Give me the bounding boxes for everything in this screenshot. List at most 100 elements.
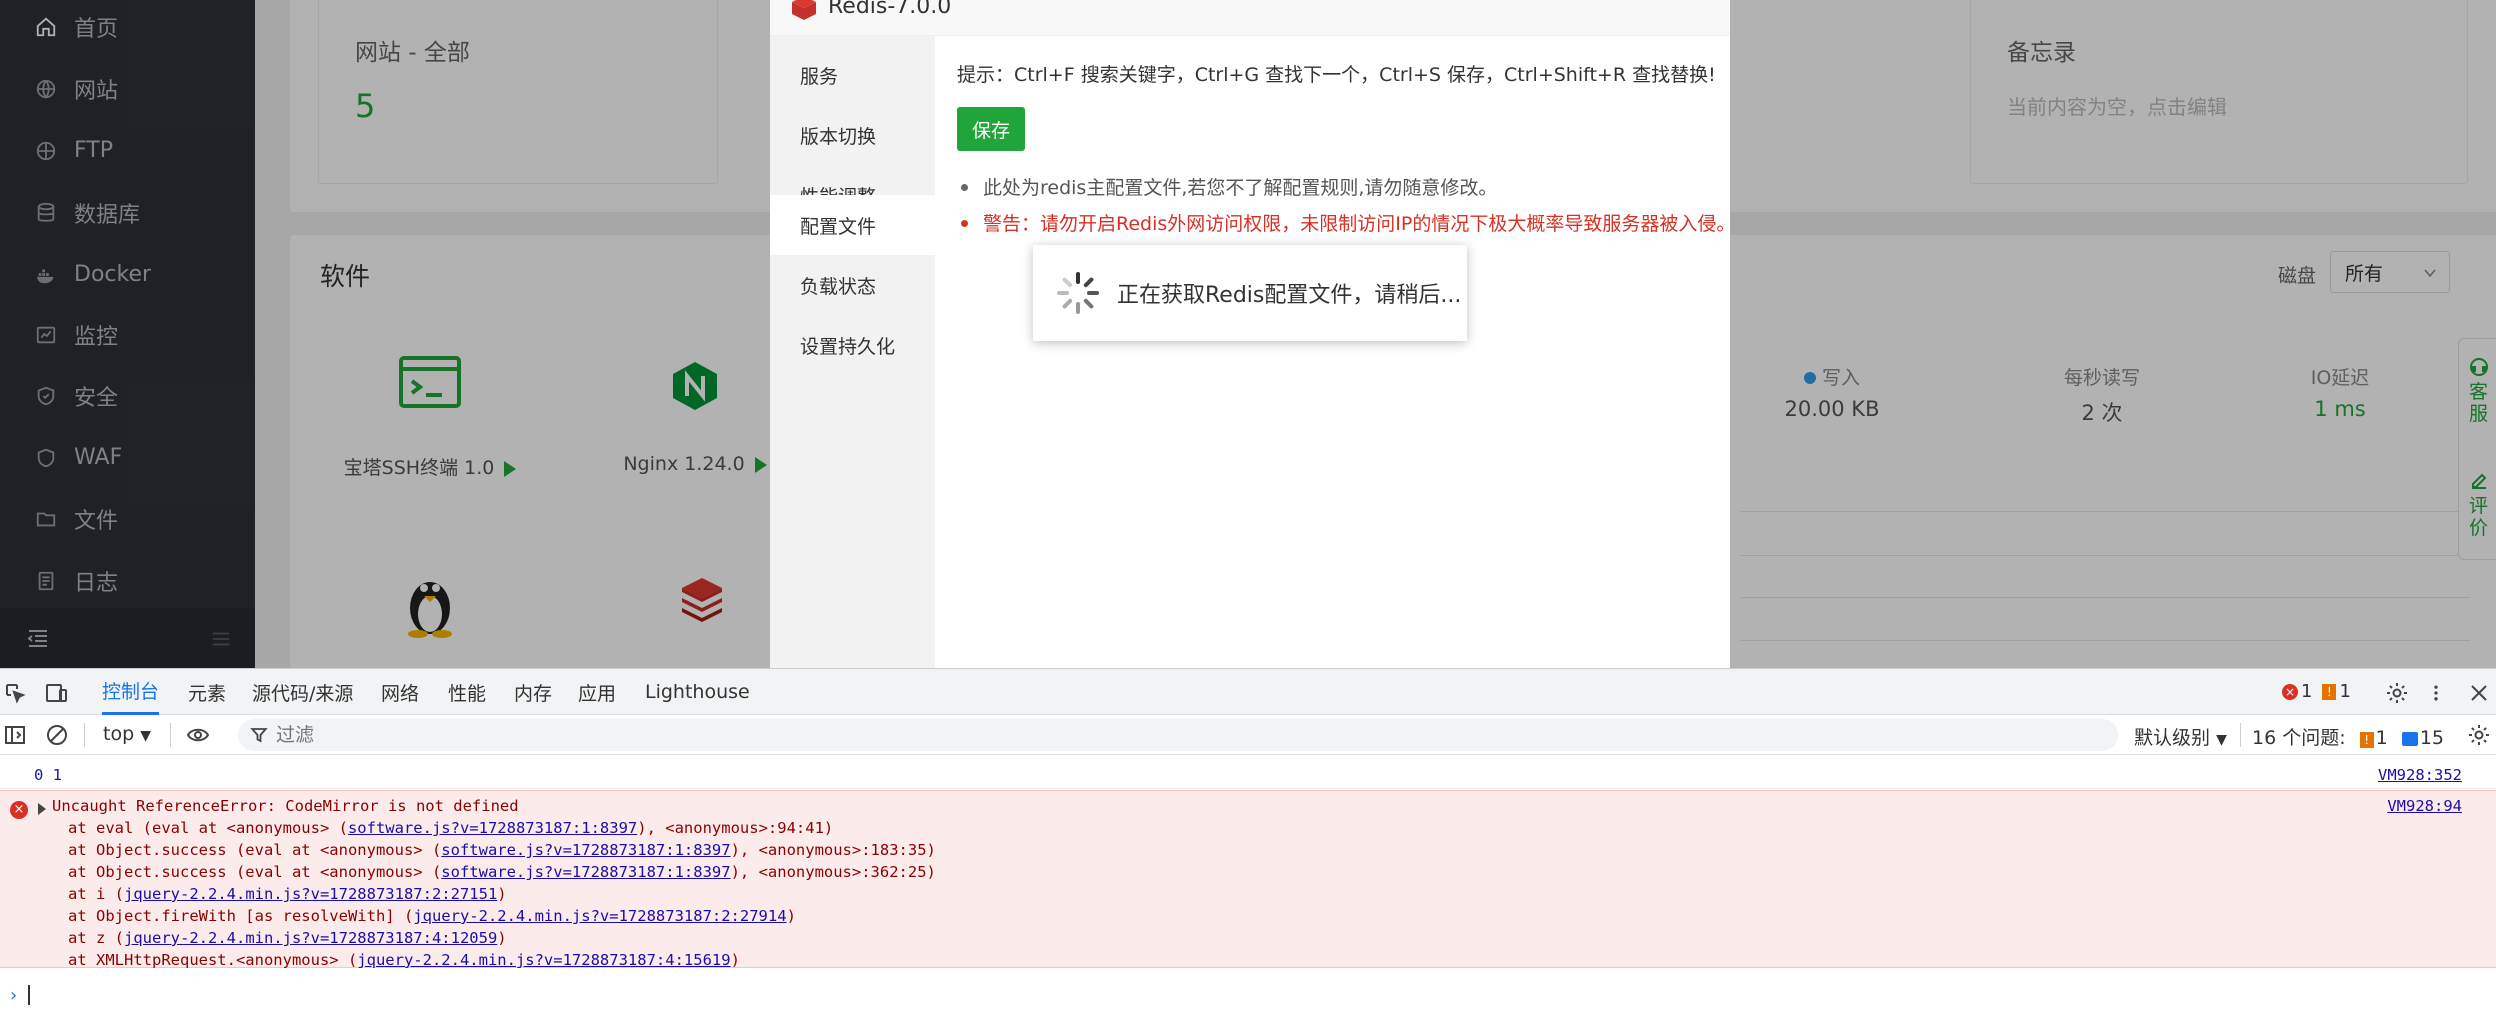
stack-text: at Object.success (eval at <anonymous> (	[68, 863, 442, 881]
stack-text: at eval (eval at <anonymous> (	[68, 819, 348, 837]
tab-lighthouse[interactable]: Lighthouse	[645, 669, 750, 715]
stack-link[interactable]: software.js?v=1728873187:1:8397	[441, 841, 730, 859]
stack-text: at XMLHttpRequest.<anonymous> (	[68, 951, 358, 969]
issue-warning-icon: !	[2359, 732, 2374, 748]
shortcut-hint: 提示：Ctrl+F 搜索关键字，Ctrl+G 查找下一个，Ctrl+S 保存，C…	[957, 64, 1716, 86]
stack-text: ), <anonymous>:362:25)	[730, 863, 936, 881]
tab-sources[interactable]: 源代码/来源	[252, 669, 353, 715]
loading-toast: 正在获取Redis配置文件，请稍后...	[1033, 245, 1467, 341]
menu-item-service[interactable]: 服务	[770, 45, 935, 105]
toolbar-divider	[2240, 723, 2241, 747]
dropdown-arrow-icon: ▼	[140, 728, 151, 744]
dialog-content: 提示：Ctrl+F 搜索关键字，Ctrl+G 查找下一个，Ctrl+S 保存，C…	[935, 36, 1735, 668]
error-icon: ×	[2282, 683, 2298, 700]
tab-elements[interactable]: 元素	[188, 669, 226, 715]
tab-console[interactable]: 控制台	[102, 669, 160, 715]
stack-link[interactable]: jquery-2.2.4.min.js?v=1728873187:2:27914	[413, 907, 786, 925]
stack-text: )	[497, 885, 507, 903]
menu-item-version[interactable]: 版本切换	[770, 105, 935, 165]
filter-icon	[250, 728, 268, 743]
console-log-row: 0 1 VM928:352	[0, 759, 2496, 789]
stack-line: at Object.fireWith [as resolveWith] (jqu…	[68, 907, 796, 925]
dialog-menu: 服务 版本切换 性能调整 配置文件 负载状态 设置持久化	[770, 36, 935, 668]
menu-item-persistence[interactable]: 设置持久化	[770, 315, 935, 375]
dialog-header[interactable]: Redis-7.0.0	[770, 0, 1730, 36]
issues-label: 16 个问题:	[2252, 727, 2346, 749]
tab-performance[interactable]: 性能	[448, 669, 486, 715]
tab-network[interactable]: 网络	[381, 669, 419, 715]
console-prompt[interactable]: ›	[0, 975, 2496, 1011]
text-cursor	[28, 985, 30, 1005]
log-level-value: 默认级别	[2134, 727, 2211, 749]
menu-item-config-file[interactable]: 配置文件	[770, 195, 935, 255]
stack-link[interactable]: jquery-2.2.4.min.js?v=1728873187:2:27151	[124, 885, 497, 903]
stack-text: at i (	[68, 885, 124, 903]
issues-warn-count: 1	[2375, 727, 2388, 749]
stack-text: at Object.success (eval at <anonymous> (	[68, 841, 442, 859]
warning-count: 1	[2339, 681, 2351, 702]
browser-page: 首页 网站 FTP 数据库 Docker 监控 安全 WAF 文件 日志 网站 …	[0, 0, 2496, 668]
stack-line: at Object.success (eval at <anonymous> (…	[68, 841, 936, 859]
log-source-link[interactable]: VM928:352	[2378, 766, 2462, 784]
loading-text: 正在获取Redis配置文件，请稍后...	[1117, 283, 1462, 308]
stack-text: ), <anonymous>:94:41)	[637, 819, 834, 837]
toolbar-divider	[170, 723, 171, 747]
eye-icon[interactable]	[184, 723, 212, 747]
console-settings-gear-icon[interactable]	[2466, 723, 2492, 747]
filter-box[interactable]	[238, 719, 2118, 751]
sidebar-toggle-icon[interactable]	[2, 723, 28, 747]
stack-text: )	[730, 951, 740, 969]
loading-spinner-icon	[1057, 272, 1099, 314]
security-warning: 警告：请勿开启Redis外网访问权限，未限制访问IP的情况下极大概率导致服务器被…	[983, 213, 1736, 235]
tab-memory[interactable]: 内存	[514, 669, 552, 715]
issues-info-count: 15	[2419, 727, 2444, 749]
close-icon[interactable]	[2466, 680, 2492, 706]
error-icon: ×	[10, 801, 28, 819]
stack-line: at Object.success (eval at <anonymous> (…	[68, 863, 936, 881]
devtools-panel: 控制台 元素 源代码/来源 网络 性能 内存 应用 Lighthouse × 1…	[0, 668, 2496, 1027]
error-message: Uncaught ReferenceError: CodeMirror is n…	[52, 797, 519, 815]
settings-gear-icon[interactable]	[2384, 680, 2410, 706]
bullet-icon	[961, 184, 968, 191]
tab-application[interactable]: 应用	[578, 669, 616, 715]
inspect-element-icon[interactable]	[2, 680, 28, 706]
devtools-tabbar: 控制台 元素 源代码/来源 网络 性能 内存 应用 Lighthouse × 1…	[0, 669, 2496, 715]
console-toolbar: top ▼ 默认级别 ▼ 16 个问题: !1 15	[0, 715, 2496, 755]
stack-link[interactable]: jquery-2.2.4.min.js?v=1728873187:4:12059	[124, 929, 497, 947]
stack-link[interactable]: jquery-2.2.4.min.js?v=1728873187:4:15619	[357, 951, 730, 969]
more-options-icon[interactable]	[2426, 680, 2446, 706]
dialog-title: Redis-7.0.0	[828, 0, 952, 19]
expand-caret-icon[interactable]	[38, 803, 46, 815]
console-error-block: × Uncaught ReferenceError: CodeMirror is…	[0, 790, 2496, 969]
filter-input[interactable]	[276, 724, 1976, 746]
clear-console-icon[interactable]	[44, 723, 70, 747]
context-select[interactable]: top ▼	[103, 723, 151, 745]
prompt-chevron-icon: ›	[10, 985, 18, 1006]
config-note: 此处为redis主配置文件,若您不了解配置规则,请勿随意修改。	[983, 177, 1498, 199]
menu-item-load-status[interactable]: 负载状态	[770, 255, 935, 315]
issues-counter[interactable]: 16 个问题: ! 1 15	[2252, 723, 2444, 750]
stack-line: at eval (eval at <anonymous> (software.j…	[68, 819, 833, 837]
redis-icon	[792, 0, 816, 20]
issue-info-icon	[2401, 731, 2418, 746]
stack-text: at z (	[68, 929, 124, 947]
error-count: 1	[2301, 681, 2313, 702]
save-button[interactable]: 保存	[957, 107, 1025, 151]
stack-line: at XMLHttpRequest.<anonymous> (jquery-2.…	[68, 951, 740, 969]
stack-link[interactable]: software.js?v=1728873187:1:8397	[348, 819, 637, 837]
device-toolbar-icon[interactable]	[42, 680, 70, 706]
bullet-icon	[961, 220, 968, 227]
stack-text: )	[497, 929, 507, 947]
stack-link[interactable]: software.js?v=1728873187:1:8397	[441, 863, 730, 881]
stack-text: ), <anonymous>:183:35)	[730, 841, 936, 859]
error-count-badge[interactable]: × 1 ! 1	[2282, 681, 2351, 702]
log-level-select[interactable]: 默认级别 ▼	[2134, 723, 2227, 750]
error-source-link[interactable]: VM928:94	[2387, 797, 2462, 815]
context-value: top	[103, 723, 135, 745]
stack-text: )	[786, 907, 796, 925]
stack-text: at Object.fireWith [as resolveWith] (	[68, 907, 414, 925]
stack-line: at z (jquery-2.2.4.min.js?v=1728873187:4…	[68, 929, 507, 947]
dropdown-arrow-icon: ▼	[2216, 732, 2227, 748]
log-text: 0 1	[34, 766, 62, 784]
stack-line: at i (jquery-2.2.4.min.js?v=1728873187:2…	[68, 885, 507, 903]
